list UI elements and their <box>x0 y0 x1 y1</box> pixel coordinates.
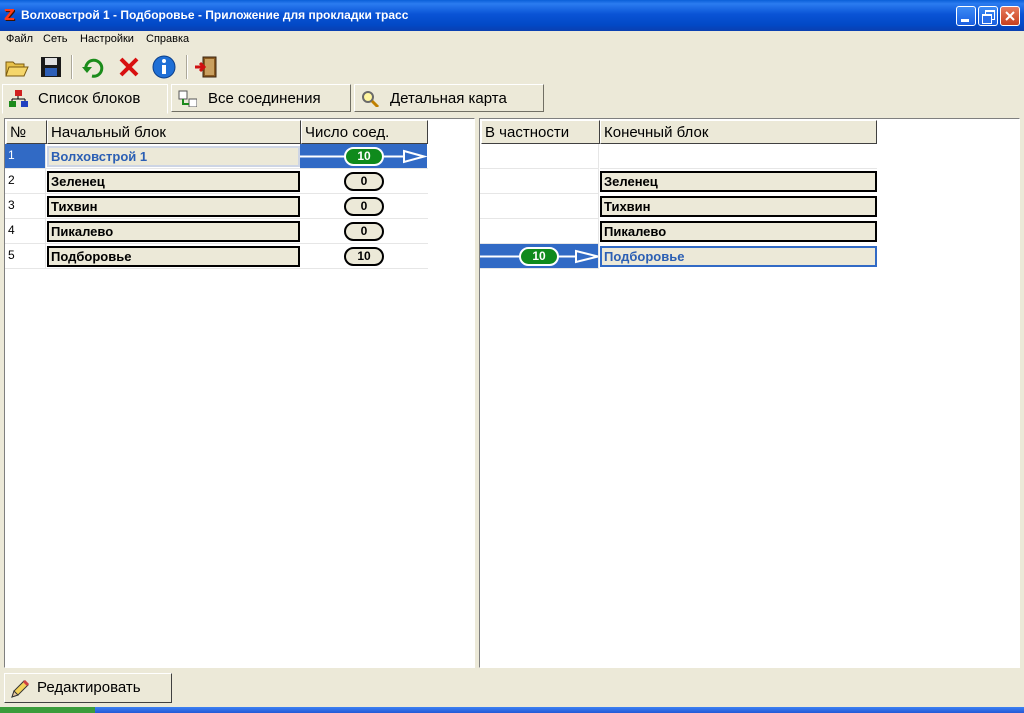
menu-bar: Файл Сеть Настройки Справка <box>0 31 1024 49</box>
tab-all-connections[interactable]: Все соединения <box>171 84 351 112</box>
column-header-end-block[interactable]: Конечный блок <box>600 120 877 144</box>
window-title: Волховстрой 1 - Подборовье - Приложение … <box>21 8 409 22</box>
table-row[interactable]: Тихвин <box>480 194 877 219</box>
tab-blocks-list[interactable]: Список блоков <box>2 84 168 114</box>
table-row[interactable]: 3 Тихвин 0 <box>5 194 428 219</box>
restore-button[interactable] <box>978 6 998 26</box>
edit-button-label: Редактировать <box>37 679 141 696</box>
table-row[interactable]: 10 Подборовье <box>480 244 877 269</box>
menu-settings[interactable]: Настройки <box>80 33 134 45</box>
start-block-cell[interactable]: Пикалево <box>47 221 300 242</box>
count-badge: 10 <box>344 247 384 266</box>
close-icon <box>1005 11 1015 21</box>
open-button[interactable] <box>4 54 30 80</box>
count-badge: 10 <box>519 247 559 266</box>
info-icon <box>152 55 176 79</box>
end-block-cell[interactable]: Подборовье <box>600 246 877 267</box>
save-disk-icon <box>41 57 61 77</box>
count-badge: 10 <box>344 147 384 166</box>
start-block-cell[interactable]: Тихвин <box>47 196 300 217</box>
table-row[interactable]: 1 Волховстрой 1 10 <box>5 144 428 169</box>
count-badge: 0 <box>344 222 384 241</box>
table-row[interactable]: Пикалево <box>480 219 877 244</box>
refresh-button[interactable] <box>80 54 106 80</box>
connection-count-cell[interactable]: 0 <box>300 169 427 194</box>
row-number: 3 <box>5 194 46 219</box>
save-button[interactable] <box>38 54 64 80</box>
menu-help[interactable]: Справка <box>146 33 189 45</box>
connection-count-cell[interactable]: 10 <box>300 144 427 169</box>
magnifier-icon <box>362 91 380 107</box>
connections-icon <box>178 90 197 107</box>
tab-label: Список блоков <box>38 90 141 107</box>
column-header-number[interactable]: № <box>6 120 47 144</box>
start-blocks-grid[interactable]: № Начальный блок Число соед. 1 Волховстро… <box>4 118 475 668</box>
connection-count-cell[interactable]: 0 <box>300 194 427 219</box>
tab-label: Все соединения <box>208 90 321 107</box>
in-particular-cell[interactable]: 10 <box>480 244 599 269</box>
taskbar <box>0 707 1024 713</box>
delete-button[interactable] <box>116 54 142 80</box>
refresh-icon <box>82 58 104 78</box>
count-badge: 0 <box>344 172 384 191</box>
exit-button[interactable] <box>194 54 220 80</box>
start-block-cell[interactable]: Зеленец <box>47 171 300 192</box>
table-row[interactable]: Зеленец <box>480 169 877 194</box>
table-row[interactable]: 4 Пикалево 0 <box>5 219 428 244</box>
minimize-icon <box>961 19 969 22</box>
end-block-cell[interactable]: Зеленец <box>600 171 877 192</box>
pencil-icon <box>11 679 30 698</box>
close-button[interactable] <box>1000 6 1020 26</box>
menu-file[interactable]: Файл <box>6 33 33 45</box>
end-block-cell[interactable]: Тихвин <box>600 196 877 217</box>
toolbar <box>0 51 1024 83</box>
table-row[interactable]: 2 Зеленец 0 <box>5 169 428 194</box>
minimize-button[interactable] <box>956 6 976 26</box>
row-number: 1 <box>5 144 46 169</box>
count-badge: 0 <box>344 197 384 216</box>
end-block-cell[interactable]: Пикалево <box>600 221 877 242</box>
info-button[interactable] <box>151 54 177 80</box>
tab-label: Детальная карта <box>390 90 507 107</box>
app-icon: Z <box>4 6 15 24</box>
menu-network[interactable]: Сеть <box>43 33 67 45</box>
title-bar[interactable]: Z Волховстрой 1 - Подборовье - Приложени… <box>0 0 1024 31</box>
in-particular-cell[interactable] <box>480 219 599 244</box>
table-row[interactable] <box>480 144 877 169</box>
table-row[interactable]: 5 Подборовье 10 <box>5 244 428 269</box>
row-number: 5 <box>5 244 46 269</box>
exit-door-icon <box>195 56 217 78</box>
column-header-in-particular[interactable]: В частности <box>481 120 600 144</box>
in-particular-cell[interactable] <box>480 194 599 219</box>
start-block-cell[interactable]: Подборовье <box>47 246 300 267</box>
in-particular-cell[interactable] <box>480 144 599 169</box>
blocks-icon <box>9 90 28 107</box>
end-blocks-grid[interactable]: В частности Конечный блок Зеленец Тихвин П… <box>479 118 1020 668</box>
start-button[interactable] <box>0 707 95 713</box>
connection-count-cell[interactable]: 0 <box>300 219 427 244</box>
in-particular-cell[interactable] <box>480 169 599 194</box>
row-number: 4 <box>5 219 46 244</box>
row-number: 2 <box>5 169 46 194</box>
open-folder-icon <box>5 61 29 77</box>
column-header-start-block[interactable]: Начальный блок <box>47 120 301 144</box>
column-header-connection-count[interactable]: Число соед. <box>301 120 428 144</box>
end-block-cell[interactable] <box>600 144 877 169</box>
delete-x-icon <box>119 57 139 77</box>
connection-count-cell[interactable]: 10 <box>300 244 427 269</box>
tab-detail-map[interactable]: Детальная карта <box>354 84 544 112</box>
edit-button[interactable]: Редактировать <box>4 673 172 703</box>
start-block-cell[interactable]: Волховстрой 1 <box>47 146 300 167</box>
